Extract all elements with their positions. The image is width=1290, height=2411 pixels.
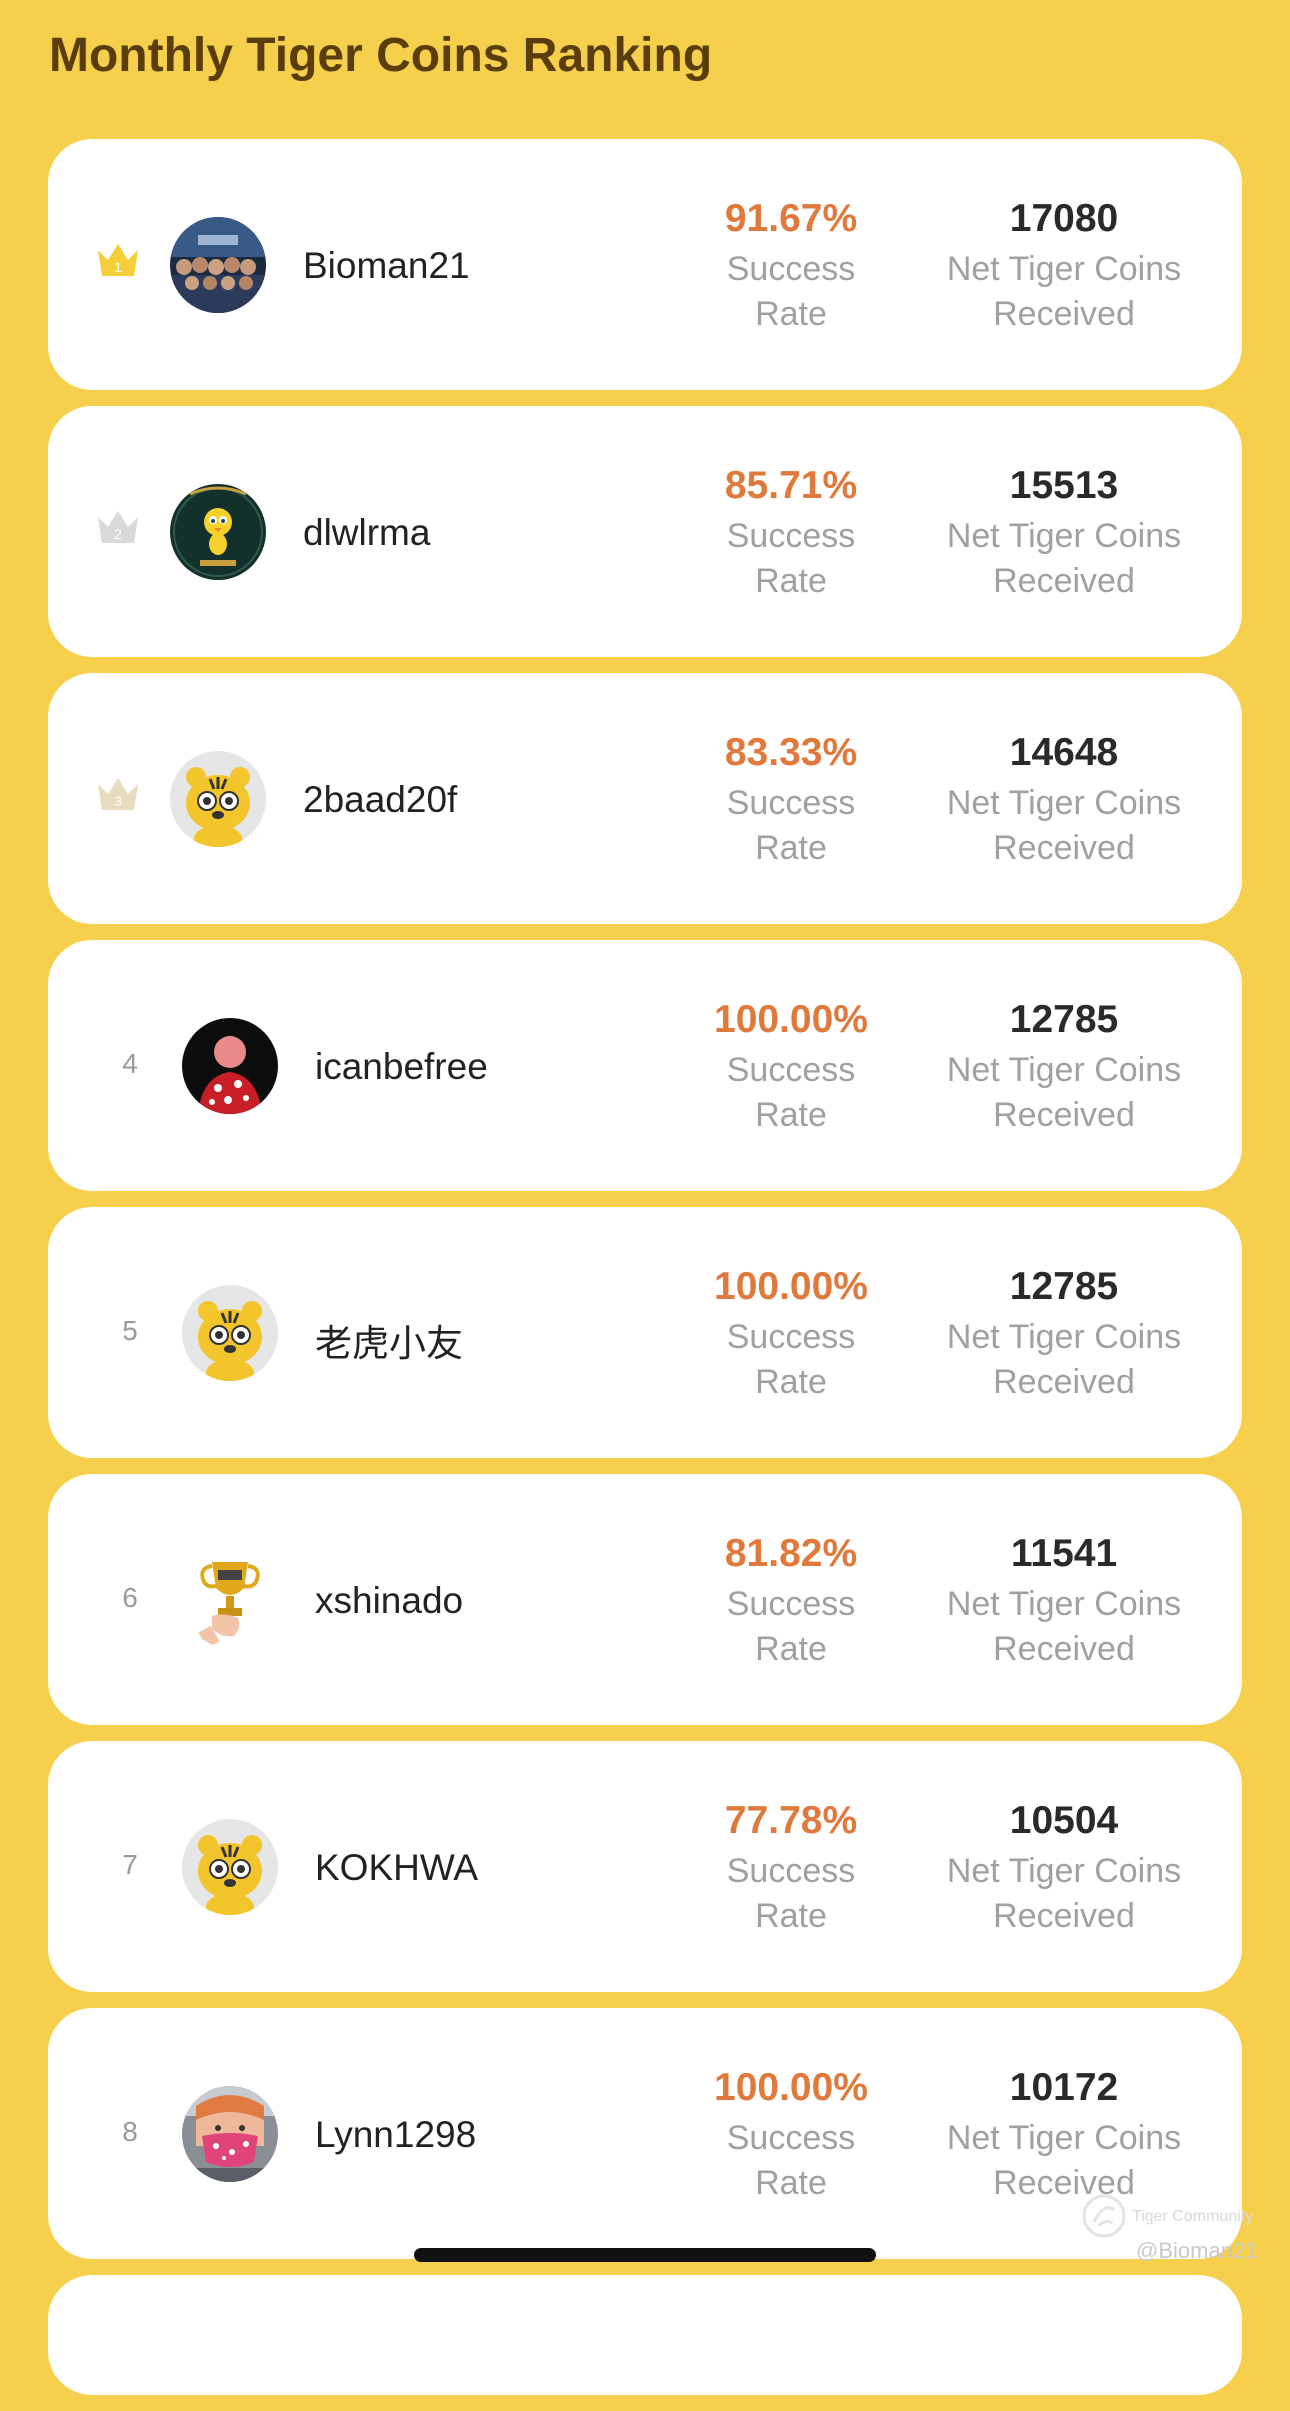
svg-text:1: 1 [114, 259, 122, 275]
net-coins-value: 12785 [1009, 1265, 1119, 1308]
username[interactable]: Lynn1298 [315, 2114, 476, 2156]
bronze-crown-icon: 3 [98, 778, 138, 810]
ranking-row[interactable]: 5 老虎小友 100.00% Success Rate 12785 Net Tig… [48, 1207, 1242, 1458]
ranking-row[interactable]: 6 xshinado 81.82% Success Rate 11541 Net … [48, 1474, 1242, 1725]
net-coins-label: Net Tiger Coins Received [946, 1318, 1182, 1401]
username[interactable]: 老虎小友 [315, 1313, 463, 1367]
ranking-row[interactable]: 4 icanbefree 100.00% Success Rate 12785 N… [48, 940, 1242, 1191]
username[interactable]: 2baad20f [303, 779, 457, 821]
ranking-row[interactable]: 3 2baad20f 83.33% Success Rate 14648 Net … [48, 673, 1242, 924]
net-coins-value: 17080 [1009, 197, 1119, 240]
username[interactable]: KOKHWA [315, 1847, 478, 1889]
watermark-brand: Tiger Community [1132, 2208, 1254, 2225]
ranking-row[interactable]: 1 Bioman21 91.67% Success Rate 17080 Net … [48, 139, 1242, 390]
net-coins-label: Net Tiger Coins Received [946, 784, 1182, 867]
rank-number: 4 [122, 1048, 138, 1079]
svg-text:2: 2 [114, 526, 122, 542]
silver-crown-icon: 2 [98, 511, 138, 543]
net-coins-value: 15513 [1009, 464, 1119, 507]
net-coins-label: Net Tiger Coins Received [946, 1852, 1182, 1935]
username[interactable]: icanbefree [315, 1046, 488, 1088]
tiger-avatar[interactable] [182, 1285, 278, 1381]
net-coins-label: Net Tiger Coins Received [946, 1585, 1182, 1668]
home-indicator[interactable] [414, 2248, 876, 2262]
trophy-avatar[interactable] [182, 1552, 278, 1648]
tiger-avatar[interactable] [170, 751, 266, 847]
tiger-avatar[interactable] [182, 1819, 278, 1915]
net-coins-value: 11541 [1010, 1532, 1118, 1575]
net-coins-label: Net Tiger Coins Received [946, 250, 1182, 333]
username[interactable]: xshinado [315, 1580, 463, 1622]
watermark: Tiger Community @Bioman21 [1080, 2188, 1280, 2263]
gold-crown-icon: 1 [98, 244, 138, 276]
net-coins-value: 10172 [1009, 2066, 1119, 2109]
username[interactable]: Bioman21 [303, 245, 470, 287]
user-avatar[interactable] [182, 1018, 278, 1114]
ranking-row[interactable]: 7 KOKHWA 77.78% Success Rate 10504 Net Ti… [48, 1741, 1242, 1992]
rank-number: 8 [122, 2116, 138, 2147]
net-coins-label: Net Tiger Coins Received [946, 517, 1182, 600]
watermark-handle: @Bioman21 [1136, 2238, 1258, 2263]
user-avatar[interactable] [182, 2086, 278, 2182]
net-coins-label: Net Tiger Coins Received [946, 1051, 1182, 1134]
ranking-row[interactable]: 8 Lynn1298 100.00% Success Rate 10172 Net… [48, 2008, 1242, 2259]
ranking-list: 1 Bioman21 91.67% Success Rate 17080 Net … [48, 139, 1242, 2411]
rank-number: 7 [122, 1849, 138, 1880]
net-coins-value: 14648 [1009, 731, 1119, 774]
net-coins-value: 10504 [1009, 1799, 1119, 1842]
ranking-row[interactable]: 2 dlwlrma 85.71% Success Rate 15513 Net T… [48, 406, 1242, 657]
ranking-row-partial[interactable] [48, 2275, 1242, 2395]
rank-number: 6 [122, 1582, 138, 1613]
tiger-community-logo-icon [1082, 2194, 1126, 2238]
net-coins-value: 12785 [1009, 998, 1119, 1041]
rank-number: 5 [122, 1315, 138, 1346]
username[interactable]: dlwlrma [303, 512, 430, 554]
user-avatar[interactable] [170, 217, 266, 313]
page-title: Monthly Tiger Coins Ranking [49, 29, 713, 82]
svg-text:3: 3 [114, 793, 122, 809]
user-avatar[interactable] [170, 484, 266, 580]
